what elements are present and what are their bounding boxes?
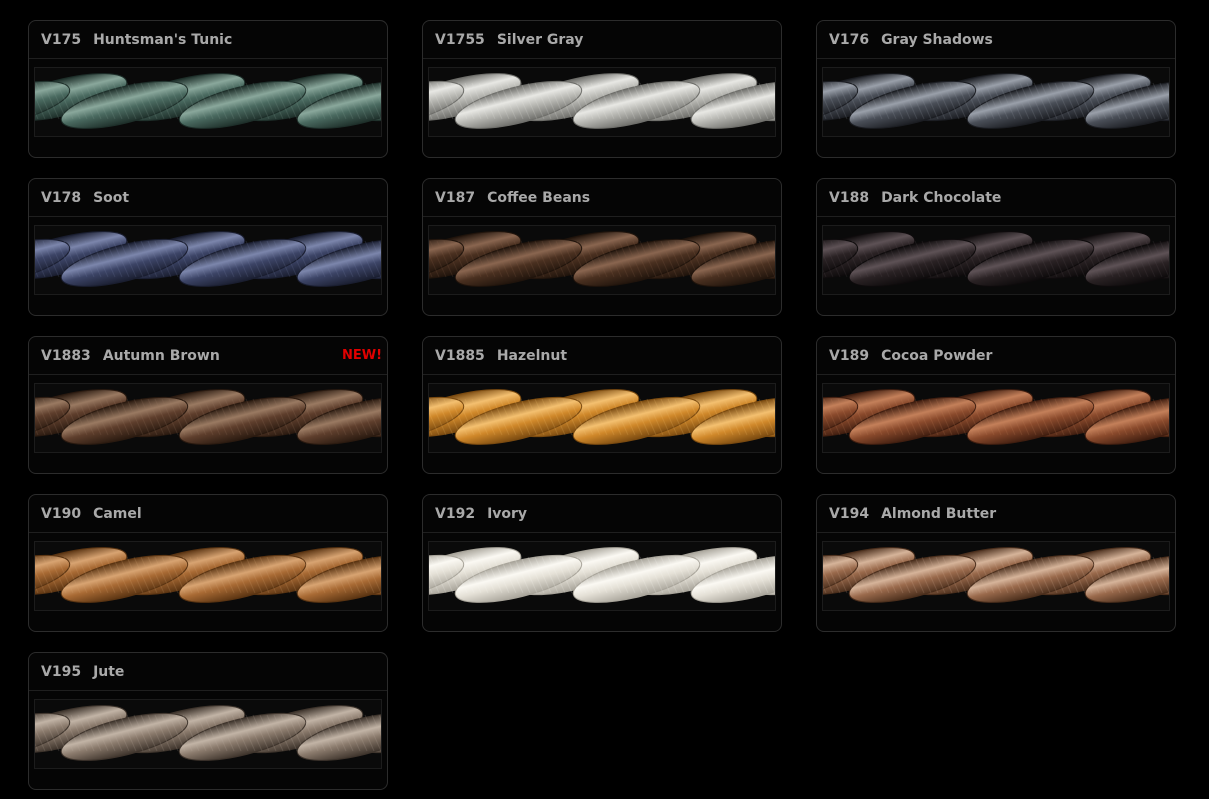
thread-name: Ivory: [487, 505, 528, 522]
thread-swatch-image: [429, 389, 775, 445]
thread-name: Dark Chocolate: [881, 189, 1002, 206]
thread-swatch: [428, 225, 776, 295]
thread-code: V175: [41, 31, 82, 48]
thread-name: Autumn Brown: [102, 347, 220, 364]
thread-card[interactable]: V190 Camel: [28, 494, 388, 632]
thread-name: Jute: [93, 663, 125, 680]
thread-card[interactable]: V1755 Silver Gray: [422, 20, 782, 158]
thread-swatch-image: [35, 547, 381, 603]
thread-swatch-image: [35, 231, 381, 287]
thread-code: V187: [435, 189, 476, 206]
thread-code: V188: [829, 189, 870, 206]
thread-swatch: [34, 383, 382, 453]
thread-swatch: [822, 225, 1170, 295]
thread-swatch: [428, 383, 776, 453]
thread-swatch-image: [35, 73, 381, 129]
thread-card-header: V195 Jute: [29, 653, 387, 691]
thread-code: V194: [829, 505, 870, 522]
thread-swatch: [34, 541, 382, 611]
thread-card[interactable]: V194 Almond Butter: [816, 494, 1176, 632]
new-badge: NEW!: [341, 348, 382, 363]
thread-swatch-image: [35, 389, 381, 445]
thread-swatch: [428, 541, 776, 611]
thread-swatch-image: [429, 547, 775, 603]
thread-card-header: V188 Dark Chocolate: [817, 179, 1175, 217]
thread-card-header: V1755 Silver Gray: [423, 21, 781, 59]
thread-swatch-image: [823, 547, 1169, 603]
thread-name: Huntsman's Tunic: [93, 31, 233, 48]
thread-card[interactable]: V188 Dark Chocolate: [816, 178, 1176, 316]
thread-code: V192: [435, 505, 476, 522]
thread-swatch: [822, 541, 1170, 611]
thread-card[interactable]: V176 Gray Shadows: [816, 20, 1176, 158]
thread-code: V176: [829, 31, 870, 48]
thread-card-header: V178 Soot: [29, 179, 387, 217]
thread-code: V189: [829, 347, 870, 364]
thread-card-header: V176 Gray Shadows: [817, 21, 1175, 59]
thread-swatch-image: [35, 705, 381, 761]
thread-card-header: V1883 Autumn Brown NEW!: [29, 337, 387, 375]
thread-name: Cocoa Powder: [881, 347, 993, 364]
thread-swatch: [34, 699, 382, 769]
thread-name: Silver Gray: [496, 31, 584, 48]
thread-swatch: [428, 67, 776, 137]
thread-card[interactable]: V192 Ivory: [422, 494, 782, 632]
thread-name: Hazelnut: [496, 347, 568, 364]
thread-card[interactable]: V189 Cocoa Powder: [816, 336, 1176, 474]
thread-swatch: [822, 383, 1170, 453]
thread-name: Almond Butter: [881, 505, 997, 522]
thread-code: V190: [41, 505, 82, 522]
thread-card-header: V190 Camel: [29, 495, 387, 533]
thread-name: Camel: [93, 505, 142, 522]
thread-swatch-image: [823, 389, 1169, 445]
thread-card[interactable]: V195 Jute: [28, 652, 388, 790]
thread-code: V1755: [435, 31, 485, 48]
thread-swatch: [822, 67, 1170, 137]
thread-card-header: V1885 Hazelnut: [423, 337, 781, 375]
thread-swatch-image: [823, 73, 1169, 129]
thread-code: V1885: [435, 347, 485, 364]
thread-name: Soot: [93, 189, 130, 206]
thread-card[interactable]: V187 Coffee Beans: [422, 178, 782, 316]
thread-code: V1883: [41, 347, 91, 364]
thread-name: Coffee Beans: [487, 189, 591, 206]
thread-card[interactable]: V178 Soot: [28, 178, 388, 316]
thread-swatch: [34, 225, 382, 295]
thread-card[interactable]: V1883 Autumn Brown NEW!: [28, 336, 388, 474]
thread-color-grid: V175 Huntsman's Tunic V1755 Silver Gray …: [28, 20, 1176, 790]
thread-card-header: V187 Coffee Beans: [423, 179, 781, 217]
thread-card-header: V189 Cocoa Powder: [817, 337, 1175, 375]
thread-code: V178: [41, 189, 82, 206]
thread-swatch-image: [823, 231, 1169, 287]
thread-name: Gray Shadows: [881, 31, 993, 48]
thread-card[interactable]: V175 Huntsman's Tunic: [28, 20, 388, 158]
thread-card-header: V175 Huntsman's Tunic: [29, 21, 387, 59]
thread-card-header: V192 Ivory: [423, 495, 781, 533]
thread-swatch-image: [429, 231, 775, 287]
thread-card-header: V194 Almond Butter: [817, 495, 1175, 533]
thread-swatch: [34, 67, 382, 137]
thread-code: V195: [41, 663, 82, 680]
thread-swatch-image: [429, 73, 775, 129]
thread-card[interactable]: V1885 Hazelnut: [422, 336, 782, 474]
